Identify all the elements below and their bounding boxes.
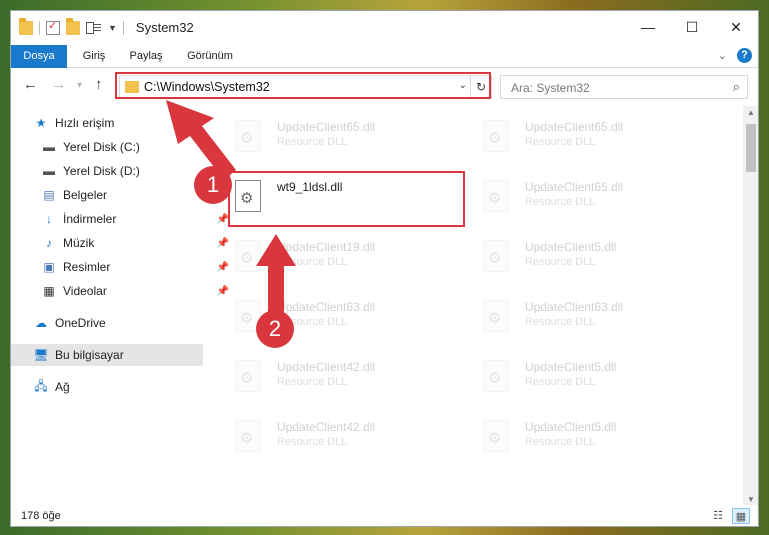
expand-ribbon-icon[interactable]: ⌄ [718,49,727,62]
properties-check-icon[interactable] [46,19,60,35]
window-title: System32 [135,20,194,35]
file-list: UpdateClient65.dll Resource DLL wt9_1lds… [207,106,743,501]
sidebar-item-local-disk-c[interactable]: ▬ Yerel Disk (C:) [11,136,233,158]
sidebar-item-downloads[interactable]: ↓ İndirmeler 📌 [11,208,233,230]
vertical-scrollbar[interactable]: ▲ ▼ [743,106,758,506]
toolbar-divider [39,20,40,35]
tab-view[interactable]: Görünüm [179,45,241,67]
cloud-icon: ☁ [35,316,47,330]
dll-file-icon [483,300,509,332]
file-item[interactable]: UpdateClient5.dll Resource DLL [455,414,685,464]
minimize-button[interactable]: — [626,11,670,43]
toolbar-divider [122,20,124,35]
up-arrow-icon[interactable]: ↑ [95,76,103,93]
file-item[interactable]: UpdateClient63.dll Resource DLL [455,294,685,344]
window-controls: — ☐ ✕ [626,11,758,43]
sidebar-item-network[interactable]: 🖧 Ağ [11,376,225,398]
status-bar: 178 öğe ☷ ▦ [11,505,758,526]
view-switcher: ☷ ▦ [710,508,750,524]
download-icon: ↓ [46,212,52,226]
new-folder-icon[interactable] [66,17,80,35]
file-item[interactable]: UpdateClient42.dll Resource DLL [207,414,437,464]
computer-icon: 🖥 [33,348,49,362]
dll-file-icon [483,180,509,212]
file-item[interactable]: UpdateClient5.dll Resource DLL [455,234,685,284]
address-row: ← → ▾ ↑ C:\Windows\System32 ⌄ ↻ ⌕ [11,68,758,104]
dll-file-icon [483,420,509,452]
pictures-icon: ▣ [43,260,55,274]
address-bar[interactable]: C:\Windows\System32 ⌄ ↻ [119,75,492,99]
sidebar-item-onedrive[interactable]: ☁ OneDrive [11,312,225,334]
back-arrow-icon[interactable]: ← [23,76,38,93]
dll-file-icon [483,240,509,272]
help-icon[interactable]: ? [737,48,752,63]
quick-access-toolbar: ▼ System32 [19,17,194,35]
title-bar: ▼ System32 — ☐ ✕ [11,11,758,45]
customize-dropdown-icon[interactable]: ▼ [108,23,117,33]
scroll-up-icon[interactable]: ▲ [747,108,755,117]
sidebar-item-this-pc[interactable]: 🖥 Bu bilgisayar [11,344,203,366]
file-item[interactable]: UpdateClient65.dll Resource DLL [455,174,685,224]
dll-file-icon [483,360,509,392]
explorer-window: ▼ System32 — ☐ ✕ Dosya Giriş Paylaş Görü… [10,10,759,527]
address-dropdown-icon[interactable]: ⌄ [459,80,467,91]
search-box[interactable]: ⌕ [500,75,748,99]
target-file-highlight [228,171,465,227]
ribbon-tabs: Dosya Giriş Paylaş Görünüm ⌄ ? [11,45,758,95]
dll-file-icon [235,360,261,392]
file-item[interactable]: UpdateClient65.dll Resource DLL [207,114,437,164]
folder-icon [125,81,139,93]
tiles-view-icon[interactable]: ▦ [732,508,750,524]
video-icon: ▦ [43,284,55,298]
item-count: 178 öğe [21,510,61,522]
search-input[interactable] [509,79,713,97]
file-item[interactable]: UpdateClient5.dll Resource DLL [455,354,685,404]
music-icon: ♪ [46,236,52,250]
navigation-pane: ★ Hızlı erişim ▬ Yerel Disk (C:) ▬ Yerel… [11,106,229,506]
file-item[interactable]: UpdateClient19.dll Resource DLL [207,234,437,284]
star-icon: ★ [35,116,47,130]
tab-share[interactable]: Paylaş [123,45,169,67]
details-view-icon[interactable]: ☷ [710,508,726,522]
recent-locations-icon[interactable]: ▾ [77,80,82,91]
address-path[interactable]: C:\Windows\System32 [144,80,270,94]
scroll-down-icon[interactable]: ▼ [747,495,755,504]
sidebar-item-quick-access[interactable]: ★ Hızlı erişim [11,112,225,134]
dll-file-icon [235,120,261,152]
file-item[interactable]: UpdateClient42.dll Resource DLL [207,354,437,404]
dll-file-icon [235,420,261,452]
step-badge-1: 1 [194,166,232,204]
step-badge-2: 2 [256,310,294,348]
maximize-button[interactable]: ☐ [670,11,714,43]
dll-file-icon [483,120,509,152]
scrollbar-thumb[interactable] [746,124,756,172]
dll-file-icon [235,240,261,272]
file-item[interactable]: UpdateClient63.dll Resource DLL [207,294,437,344]
ribbon-right-controls: ⌄ ? [718,48,752,63]
sidebar-item-music[interactable]: ♪ Müzik 📌 [11,232,233,254]
sidebar-item-pictures[interactable]: ▣ Resimler 📌 [11,256,233,278]
tab-home[interactable]: Giriş [73,45,115,67]
documents-icon: ▤ [43,188,55,202]
sidebar-item-videos[interactable]: ▦ Videolar 📌 [11,280,233,302]
drive-icon: ▬ [43,164,55,178]
forward-arrow-icon[interactable]: → [51,76,66,93]
close-button[interactable]: ✕ [714,11,758,43]
network-icon: 🖧 [34,378,48,393]
refresh-icon[interactable]: ↻ [470,76,491,98]
file-item[interactable]: UpdateClient65.dll Resource DLL [455,114,685,164]
folder-icon[interactable] [19,17,33,35]
drive-icon: ▬ [43,140,55,154]
properties-icon[interactable] [86,21,102,35]
search-icon[interactable]: ⌕ [733,79,740,95]
